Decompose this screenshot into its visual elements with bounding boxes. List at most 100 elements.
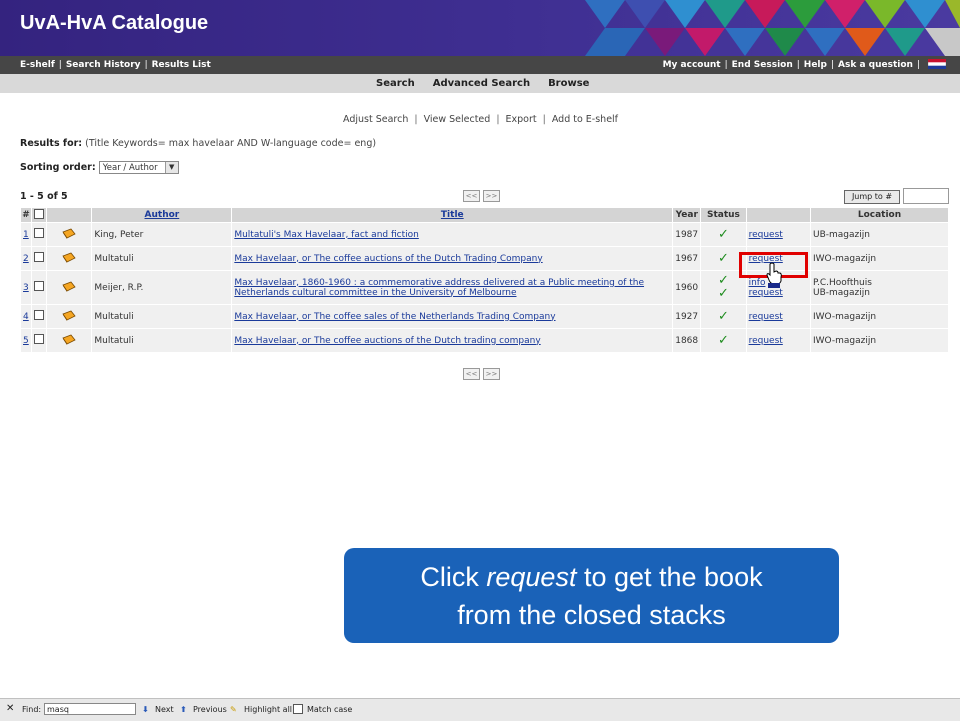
header-location: Location: [811, 208, 948, 222]
book-icon: [62, 228, 76, 239]
find-label: Find:: [22, 705, 42, 714]
pager-bottom: << >>: [463, 368, 503, 380]
close-icon[interactable]: ✕: [6, 703, 14, 714]
request-link[interactable]: request: [749, 312, 783, 322]
search-history-link[interactable]: Search History: [66, 60, 141, 70]
arrow-down-icon: ⬇: [142, 705, 149, 714]
year-cell: 1987: [673, 223, 701, 246]
book-icon: [62, 334, 76, 345]
separator: |: [796, 60, 800, 70]
author-cell: Multatuli: [92, 305, 232, 328]
sorting-label: Sorting order:: [20, 162, 96, 173]
row-number-link[interactable]: 2: [23, 254, 29, 264]
table-row: 2 Multatuli Max Havelaar, or The coffee …: [21, 247, 948, 270]
results-for-label: Results for:: [20, 138, 83, 149]
book-icon: [62, 310, 76, 321]
previous-page-button[interactable]: <<: [463, 368, 480, 380]
separator: |: [724, 60, 728, 70]
location-cell: IWO-magazijn: [811, 305, 948, 328]
title-link[interactable]: Max Havelaar, or The coffee auctions of …: [234, 336, 540, 346]
row-checkbox[interactable]: [34, 281, 45, 291]
title-line-1: Max Havelaar, 1860-1960 : a commemorativ…: [234, 277, 645, 288]
year-cell: 1967: [673, 247, 701, 270]
row-checkbox[interactable]: [34, 310, 45, 320]
dutch-flag-icon[interactable]: [928, 59, 946, 69]
header-actions: [746, 208, 810, 222]
separator: |: [916, 60, 920, 70]
select-all-checkbox[interactable]: [34, 208, 45, 219]
request-link[interactable]: request: [749, 336, 783, 346]
author-cell: Multatuli: [92, 329, 232, 352]
export-link[interactable]: Export: [506, 114, 537, 125]
year-cell: 1927: [673, 305, 701, 328]
header-title[interactable]: Title: [232, 208, 673, 222]
find-input[interactable]: masq: [44, 703, 136, 715]
row-number-link[interactable]: 4: [23, 312, 29, 322]
separator: |: [542, 114, 546, 125]
header-year: Year: [673, 208, 701, 222]
next-page-button[interactable]: >>: [483, 190, 500, 202]
result-range: 1 - 5 of 5: [20, 191, 68, 202]
available-check-icon: ✓: [718, 227, 729, 242]
row-checkbox[interactable]: [34, 228, 45, 238]
main-nav: Search Advanced Search Browse: [0, 74, 960, 93]
view-selected-link[interactable]: View Selected: [424, 114, 491, 125]
table-row: 5 Multatuli Max Havelaar, or The coffee …: [21, 329, 948, 352]
match-case-checkbox[interactable]: [293, 704, 303, 714]
header-select-all: [32, 208, 47, 222]
separator: |: [144, 60, 148, 70]
author-cell: King, Peter: [92, 223, 232, 246]
row-number-link[interactable]: 1: [23, 230, 29, 240]
separator: |: [414, 114, 418, 125]
browser-find-bar: ✕ Find: masq ⬇ Next ⬆ Previous ✎ Highlig…: [0, 698, 960, 721]
title-link[interactable]: Max Havelaar, or The coffee auctions of …: [234, 254, 542, 264]
results-list-link[interactable]: Results List: [152, 60, 211, 70]
row-checkbox[interactable]: [34, 252, 45, 262]
nav-browse[interactable]: Browse: [548, 78, 589, 89]
nav-advanced-search[interactable]: Advanced Search: [433, 78, 530, 89]
adjust-search-link[interactable]: Adjust Search: [343, 114, 408, 125]
jump-to-input[interactable]: [903, 188, 949, 204]
title-link[interactable]: Max Havelaar, 1860-1960 : a commemorativ…: [234, 278, 644, 298]
ask-question-link[interactable]: Ask a question: [838, 60, 913, 70]
previous-page-button[interactable]: <<: [463, 190, 480, 202]
find-previous-button[interactable]: Previous: [193, 705, 227, 714]
help-link[interactable]: Help: [804, 60, 827, 70]
row-number-link[interactable]: 3: [23, 283, 29, 293]
callout-text: Click: [420, 562, 487, 592]
row-number-link[interactable]: 5: [23, 336, 29, 346]
info-link[interactable]: info: [749, 278, 766, 288]
request-link[interactable]: request: [749, 288, 783, 298]
separator: |: [496, 114, 500, 125]
arrow-up-icon: ⬆: [180, 705, 187, 714]
sorting-select[interactable]: Year / Author ▼: [98, 161, 179, 174]
catalogue-title: UvA-HvA Catalogue: [20, 12, 209, 34]
eshelf-link[interactable]: E-shelf: [20, 60, 55, 70]
callout-line-1: Click request to get the book: [344, 558, 839, 596]
top-bar: E-shelf | Search History | Results List My a…: [0, 56, 960, 74]
table-header: # Author Title Year Status Location: [21, 208, 948, 222]
table-row: 4 Multatuli Max Havelaar, or The coffee …: [21, 305, 948, 328]
title-link[interactable]: Max Havelaar, or The coffee sales of the…: [234, 312, 555, 322]
find-next-button[interactable]: Next: [155, 705, 174, 714]
header-author[interactable]: Author: [92, 208, 232, 222]
chevron-down-icon: ▼: [164, 162, 178, 173]
highlighter-icon: ✎: [230, 705, 237, 714]
header-format: [47, 208, 92, 222]
results-query: Results for: (Title Keywords= max havela…: [20, 138, 376, 149]
nav-search[interactable]: Search: [376, 78, 415, 89]
my-account-link[interactable]: My account: [663, 60, 721, 70]
next-page-button[interactable]: >>: [483, 368, 500, 380]
title-link[interactable]: Multatuli's Max Havelaar, fact and ficti…: [234, 230, 419, 240]
request-link[interactable]: request: [749, 230, 783, 240]
highlight-all-button[interactable]: Highlight all: [244, 705, 292, 714]
row-checkbox[interactable]: [34, 334, 45, 344]
end-session-link[interactable]: End Session: [732, 60, 793, 70]
add-to-eshelf-link[interactable]: Add to E-shelf: [552, 114, 618, 125]
callout-line-2: from the closed stacks: [457, 600, 726, 630]
results-for-query: (Title Keywords= max havelaar AND W-lang…: [85, 138, 377, 149]
jump-to-button[interactable]: Jump to #: [844, 190, 900, 204]
table-row: 3 Meijer, R.P. Max Havelaar, 1860-1960 :…: [21, 271, 948, 304]
header-banner: UvA-HvA Catalogue: [0, 0, 960, 56]
available-check-icon: ✓: [718, 285, 729, 301]
